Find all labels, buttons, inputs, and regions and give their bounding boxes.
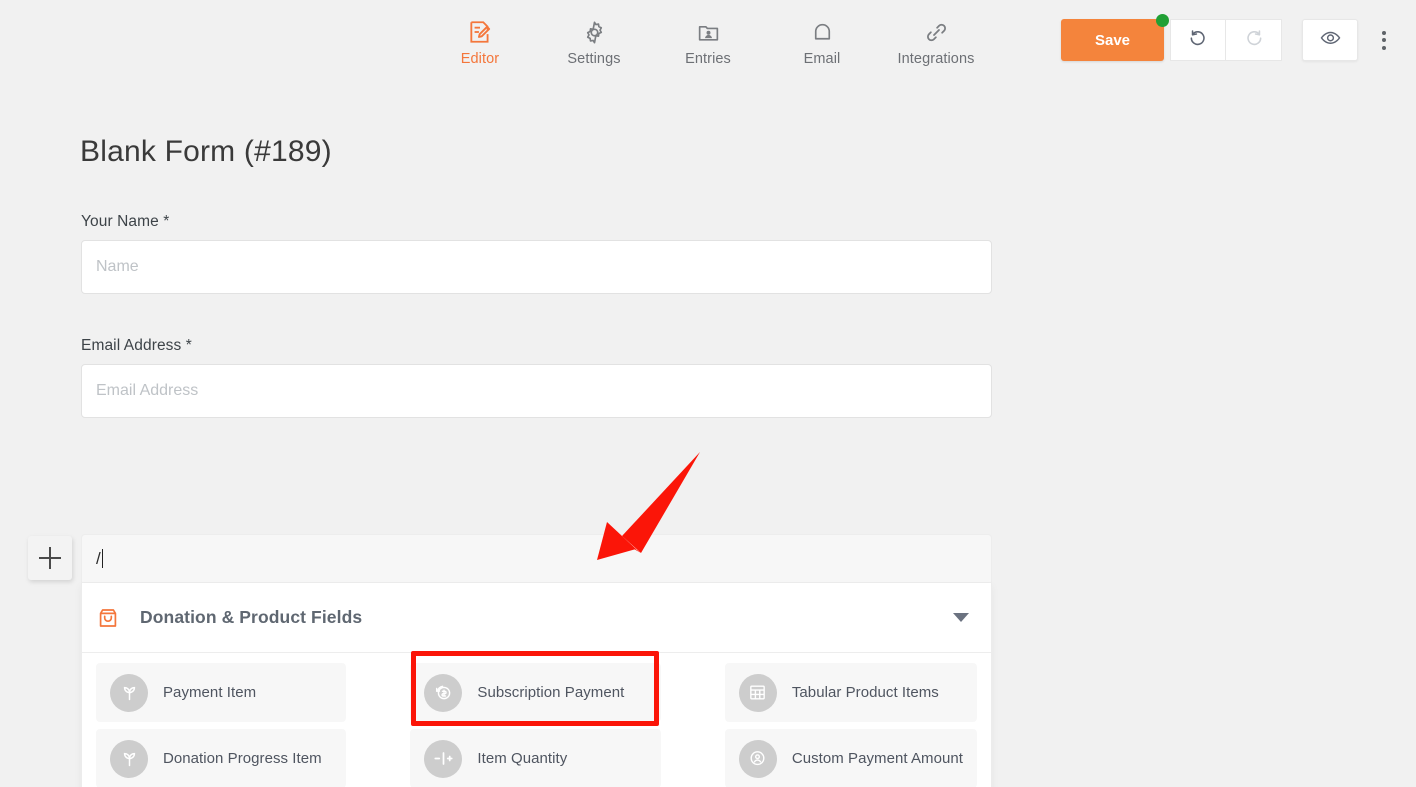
nav-tab-label: Email — [803, 51, 841, 67]
field-option-label: Custom Payment Amount — [791, 750, 963, 767]
nav-tab-label: Settings — [567, 51, 621, 67]
more-options-button[interactable] — [1366, 19, 1402, 61]
name-input[interactable] — [81, 240, 992, 294]
form-field-email-address[interactable]: Email Address * — [81, 337, 992, 418]
plant-sprout-icon — [110, 673, 148, 712]
table-grid-icon — [738, 673, 777, 712]
bell-icon — [810, 18, 835, 46]
nav-tab-entries[interactable]: Entries — [672, 18, 744, 67]
entries-folder-icon — [696, 18, 721, 46]
field-option-item-quantity[interactable]: Item Quantity — [410, 729, 661, 787]
dot — [1382, 38, 1386, 42]
dot — [1382, 30, 1386, 35]
nav-tab-editor[interactable]: Editor — [444, 18, 516, 67]
field-option-label: Payment Item — [163, 684, 257, 701]
shopping-bag-icon — [96, 606, 126, 630]
field-search-bar[interactable]: / — [81, 534, 992, 583]
field-label: Email Address * — [81, 337, 192, 354]
chevron-down-icon[interactable] — [953, 613, 969, 622]
required-marker: * — [185, 337, 192, 354]
field-option-tabular-product-items[interactable]: Tabular Product Items — [724, 663, 977, 722]
field-grid: Payment Item Subscription Payment Tabula… — [96, 663, 977, 787]
eye-icon — [1319, 26, 1342, 54]
field-option-label: Donation Progress Item — [163, 750, 322, 767]
editor-icon — [467, 18, 493, 46]
field-option-label: Tabular Product Items — [791, 684, 939, 701]
toolbar-actions: Save — [1061, 14, 1402, 61]
redo-icon — [1243, 27, 1264, 53]
recurring-dollar-icon — [424, 673, 463, 712]
nav-tab-label: Entries — [685, 51, 731, 67]
field-option-label: Subscription Payment — [477, 684, 625, 701]
field-category-header[interactable]: Donation & Product Fields — [82, 583, 991, 653]
field-option-label: Item Quantity — [477, 750, 568, 767]
field-option-donation-progress-item[interactable]: Donation Progress Item — [96, 729, 347, 787]
unsaved-changes-dot — [1156, 14, 1169, 27]
field-picker-panel: Donation & Product Fields Payment Item S… — [81, 583, 992, 787]
dot — [1382, 45, 1386, 50]
field-option-payment-item[interactable]: Payment Item — [96, 663, 347, 722]
nav-tab-email[interactable]: Email — [786, 18, 858, 67]
field-category-title: Donation & Product Fields — [140, 607, 363, 627]
primary-nav: Editor Settings Entries Email Integratio… — [444, 0, 975, 67]
link-icon — [924, 18, 949, 46]
field-search-input[interactable]: / — [96, 549, 103, 568]
nav-tab-label: Integrations — [897, 51, 975, 67]
save-button-wrapper: Save — [1061, 14, 1169, 61]
top-toolbar: Editor Settings Entries Email Integratio… — [0, 0, 1416, 83]
field-list: Payment Item Subscription Payment Tabula… — [82, 653, 991, 787]
add-field-button[interactable] — [28, 536, 72, 580]
plant-sprout-icon — [110, 739, 148, 778]
preview-button[interactable] — [1302, 19, 1358, 61]
field-label: Your Name * — [81, 213, 170, 230]
plus-icon-vertical — [49, 547, 51, 569]
page-title: Blank Form (#189) — [80, 135, 332, 168]
nav-tab-settings[interactable]: Settings — [558, 18, 630, 67]
undo-icon — [1188, 27, 1209, 53]
field-option-subscription-payment[interactable]: Subscription Payment — [410, 663, 661, 722]
nav-tab-integrations[interactable]: Integrations — [897, 18, 975, 67]
person-circle-icon — [738, 739, 777, 778]
redo-button[interactable] — [1226, 19, 1282, 61]
save-button[interactable]: Save — [1061, 19, 1164, 61]
minus-plus-icon — [424, 739, 463, 778]
form-editor-canvas: Blank Form (#189) Your Name * Email Addr… — [0, 83, 1416, 787]
text-caret — [101, 549, 103, 568]
field-option-custom-payment-amount[interactable]: Custom Payment Amount — [724, 729, 977, 787]
undo-button[interactable] — [1170, 19, 1226, 61]
form-field-your-name[interactable]: Your Name * — [81, 213, 992, 294]
gear-icon — [582, 18, 607, 46]
nav-tab-label: Editor — [460, 51, 500, 67]
email-input[interactable] — [81, 364, 992, 418]
required-marker: * — [163, 213, 170, 230]
